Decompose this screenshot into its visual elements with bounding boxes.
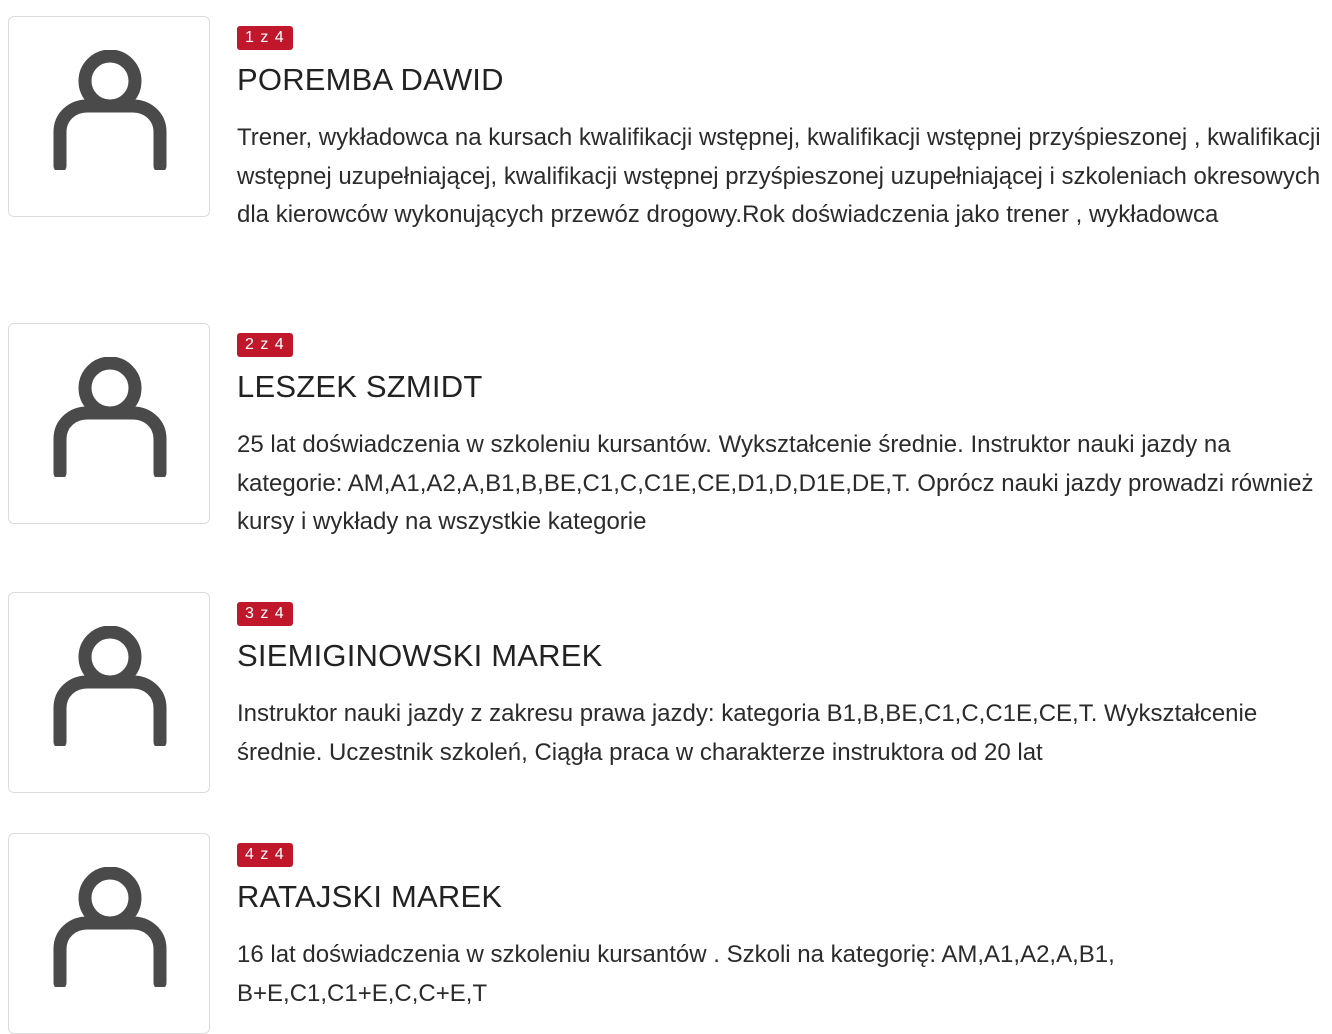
counter-badge: 4 z 4: [237, 843, 293, 867]
avatar: [8, 833, 210, 1034]
user-icon: [53, 357, 167, 477]
user-icon: [53, 867, 167, 987]
user-icon: [53, 50, 167, 170]
avatar: [8, 16, 210, 217]
instructor-bio: Instruktor nauki jazdy z zakresu prawa j…: [237, 700, 1258, 766]
instructor-bio: Trener, wykładowca na kursach kwalifikac…: [237, 124, 1321, 228]
instructor-bio: 16 lat doświadczenia w szkoleniu kursant…: [237, 941, 1115, 1007]
counter-badge: 2 z 4: [237, 333, 293, 357]
instructor-name: RATAJSKI MAREK: [237, 879, 503, 914]
counter-badge: 3 z 4: [237, 602, 293, 626]
instructor-bio: 25 lat doświadczenia w szkoleniu kursant…: [237, 431, 1314, 535]
instructor-name: POREMBA DAWID: [237, 62, 504, 97]
instructor-name: SIEMIGINOWSKI MAREK: [237, 638, 603, 673]
instructor-content: 3 z 4 SIEMIGINOWSKI MAREK Instruktor nau…: [237, 602, 1332, 772]
counter-badge: 1 z 4: [237, 26, 293, 50]
avatar: [8, 323, 210, 524]
instructor-content: 1 z 4 POREMBA DAWID Trener, wykładowca n…: [237, 26, 1332, 235]
user-icon: [53, 626, 167, 746]
instructor-name: LESZEK SZMIDT: [237, 369, 483, 404]
instructor-content: 4 z 4 RATAJSKI MAREK 16 lat doświadczeni…: [237, 843, 1332, 1013]
instructor-content: 2 z 4 LESZEK SZMIDT 25 lat doświadczenia…: [237, 333, 1332, 542]
avatar: [8, 592, 210, 793]
